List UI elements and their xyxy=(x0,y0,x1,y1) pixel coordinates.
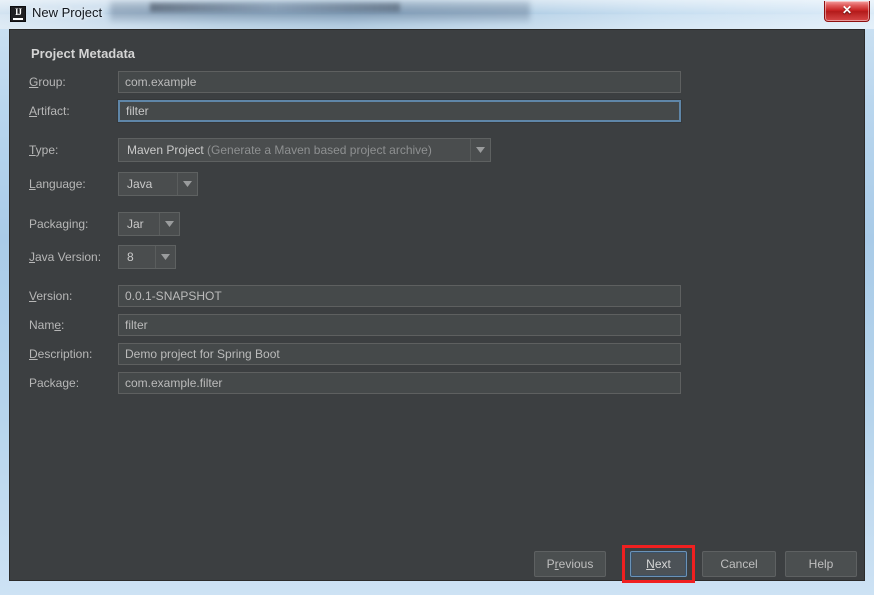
language-dropdown[interactable]: Java xyxy=(118,172,198,196)
chevron-down-icon[interactable] xyxy=(470,139,490,161)
label-type: Type: xyxy=(29,143,59,157)
label-name: Name: xyxy=(29,318,65,332)
window-title: New Project xyxy=(32,5,103,20)
title-bar[interactable]: IJ New Project ✕ xyxy=(0,0,874,29)
chevron-down-icon[interactable] xyxy=(177,173,197,195)
version-input[interactable]: 0.0.1-SNAPSHOT xyxy=(118,285,681,307)
intellij-idea-icon: IJ xyxy=(10,6,26,22)
cancel-button[interactable]: Cancel xyxy=(702,551,776,577)
window-frame: IJ New Project ✕ Project Metadata Group:… xyxy=(0,0,874,595)
label-description: Description: xyxy=(29,347,93,361)
description-input[interactable]: Demo project for Spring Boot xyxy=(118,343,681,365)
previous-button[interactable]: Previous xyxy=(534,551,606,577)
label-version: Version: xyxy=(29,289,73,303)
java_version-dropdown[interactable]: 8 xyxy=(118,245,176,269)
page-title: Project Metadata xyxy=(31,46,136,61)
close-icon[interactable]: ✕ xyxy=(824,1,870,22)
language-dropdown-value: Java xyxy=(127,177,153,191)
label-artifact: Artifact: xyxy=(29,104,70,118)
label-language: Language: xyxy=(29,177,86,191)
next-button[interactable]: Next xyxy=(630,551,687,577)
type-dropdown[interactable]: Maven Project (Generate a Maven based pr… xyxy=(118,138,491,162)
packaging-dropdown[interactable]: Jar xyxy=(118,212,180,236)
label-packaging: Packaging: xyxy=(29,217,89,231)
help-button[interactable]: Help xyxy=(785,551,857,577)
package-input[interactable]: com.example.filter xyxy=(118,372,681,394)
label-group: Group: xyxy=(29,75,66,89)
java_version-dropdown-value: 8 xyxy=(127,250,134,264)
packaging-dropdown-value: Jar xyxy=(127,217,144,231)
name-input[interactable]: filter xyxy=(118,314,681,336)
chevron-down-icon[interactable] xyxy=(155,246,175,268)
artifact-input[interactable]: filter xyxy=(118,100,681,122)
label-java_version: Java Version: xyxy=(29,250,102,264)
dialog-content-panel: Project Metadata Group: com.example Artifa… xyxy=(9,29,865,583)
chevron-down-icon[interactable] xyxy=(159,213,179,235)
type-dropdown-value: Maven Project (Generate a Maven based pr… xyxy=(127,143,432,157)
aero-glass-reflection-secondary xyxy=(150,3,400,12)
label-package: Package: xyxy=(29,376,80,390)
group-input[interactable]: com.example xyxy=(118,71,681,93)
